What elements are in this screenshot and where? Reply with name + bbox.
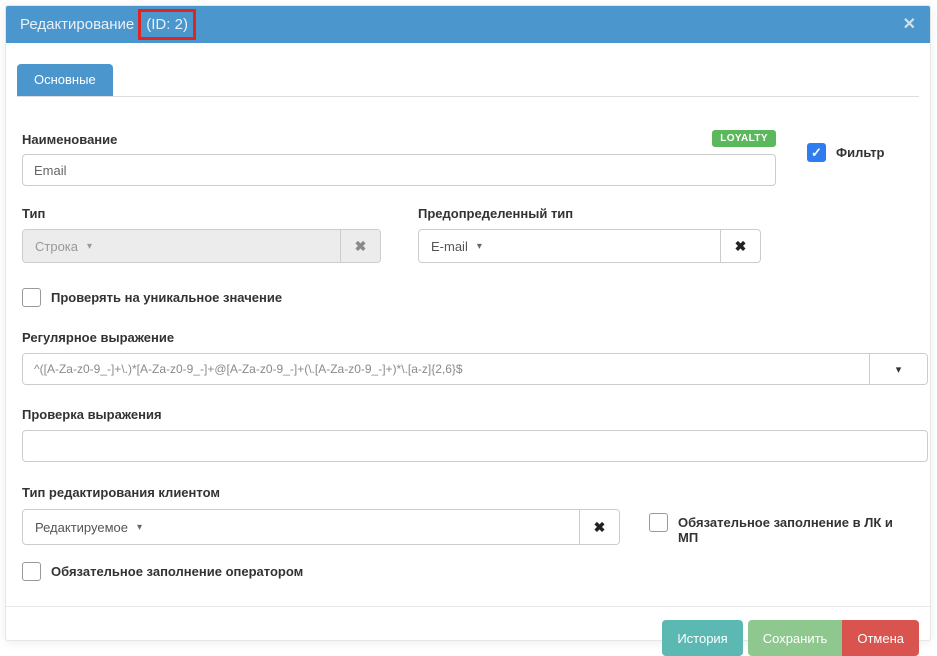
required-lk-checkbox-row[interactable]: Обязательное заполнение в ЛК и МП <box>649 515 914 545</box>
predefined-type-select-group: E-mail ▾ ✖ <box>418 229 761 263</box>
tab-main[interactable]: Основные <box>17 64 113 96</box>
type-label: Тип <box>22 206 381 221</box>
close-icon[interactable]: ✕ <box>903 17 916 33</box>
row-regex: Регулярное выражение ▾ <box>22 330 914 385</box>
type-select-value: Строка <box>35 239 78 254</box>
clear-icon: ✖ <box>355 238 367 255</box>
regex-dropdown-button[interactable]: ▾ <box>869 354 927 384</box>
predefined-type-select[interactable]: E-mail ▾ <box>419 230 720 262</box>
type-select-group: Строка ▾ ✖ <box>22 229 381 263</box>
edit-dialog: Редактирование (ID: 2) ✕ Основные Наимен… <box>5 5 931 641</box>
tab-bar: Основные <box>17 64 919 97</box>
name-input[interactable] <box>22 154 776 186</box>
client-edit-clear-button[interactable]: ✖ <box>579 510 619 544</box>
row-client-edit: Тип редактирования клиентом Редактируемо… <box>22 485 914 545</box>
clear-icon: ✖ <box>594 519 606 536</box>
regex-test-label: Проверка выражения <box>22 407 914 422</box>
client-edit-label: Тип редактирования клиентом <box>22 485 620 500</box>
dialog-title-text: Редактирование <box>20 16 134 33</box>
row-required-operator: Обязательное заполнение оператором <box>22 562 914 581</box>
dialog-body: Основные Наименование LOYALTY ✓ Фильтр <box>6 43 930 581</box>
required-lk-checkbox[interactable] <box>649 513 668 532</box>
unique-checkbox[interactable] <box>22 288 41 307</box>
type-clear-button[interactable]: ✖ <box>340 230 380 262</box>
loyalty-badge: LOYALTY <box>712 130 776 147</box>
save-button[interactable]: Сохранить <box>748 620 843 656</box>
row-regex-test: Проверка выражения <box>22 407 914 462</box>
caret-down-icon: ▾ <box>896 363 902 376</box>
regex-input[interactable] <box>23 354 869 384</box>
filter-label: Фильтр <box>836 145 885 160</box>
regex-test-input[interactable] <box>22 430 928 462</box>
regex-label: Регулярное выражение <box>22 330 914 345</box>
required-operator-checkbox[interactable] <box>22 562 41 581</box>
name-label: Наименование <box>22 132 117 147</box>
required-operator-checkbox-row[interactable]: Обязательное заполнение оператором <box>22 562 914 581</box>
dialog-header: Редактирование (ID: 2) ✕ <box>6 6 930 43</box>
regex-input-group: ▾ <box>22 353 928 385</box>
dialog-footer: История Сохранить Отмена <box>6 607 930 656</box>
filter-checkbox[interactable]: ✓ <box>807 143 826 162</box>
predefined-type-label: Предопределенный тип <box>418 206 761 221</box>
caret-down-icon: ▾ <box>87 241 92 252</box>
caret-down-icon: ▾ <box>477 241 482 252</box>
unique-label: Проверять на уникальное значение <box>51 290 282 305</box>
required-operator-label: Обязательное заполнение оператором <box>51 564 303 579</box>
row-unique: Проверять на уникальное значение <box>22 288 914 307</box>
dialog-title: Редактирование (ID: 2) <box>20 9 196 40</box>
checkmark-icon: ✓ <box>811 145 822 161</box>
row-name: Наименование LOYALTY ✓ Фильтр <box>22 130 914 186</box>
history-button[interactable]: История <box>662 620 742 656</box>
client-edit-select-value: Редактируемое <box>35 520 128 535</box>
caret-down-icon: ▾ <box>137 522 142 533</box>
row-type: Тип Строка ▾ ✖ Предопределенный тип E-ma… <box>22 206 914 263</box>
filter-checkbox-row[interactable]: ✓ Фильтр <box>807 143 885 162</box>
client-edit-select[interactable]: Редактируемое ▾ <box>23 510 579 544</box>
cancel-button[interactable]: Отмена <box>842 620 919 656</box>
client-edit-select-group: Редактируемое ▾ ✖ <box>22 509 620 545</box>
unique-checkbox-row[interactable]: Проверять на уникальное значение <box>22 288 914 307</box>
type-select[interactable]: Строка ▾ <box>23 230 340 262</box>
predefined-type-select-value: E-mail <box>431 239 468 254</box>
edit-form: Наименование LOYALTY ✓ Фильтр Тип <box>17 130 919 581</box>
clear-icon: ✖ <box>735 238 747 255</box>
dialog-title-id: (ID: 2) <box>146 16 188 33</box>
predefined-type-clear-button[interactable]: ✖ <box>720 230 760 262</box>
required-lk-label: Обязательное заполнение в ЛК и МП <box>678 515 914 545</box>
annotation-box: (ID: 2) <box>138 9 196 40</box>
